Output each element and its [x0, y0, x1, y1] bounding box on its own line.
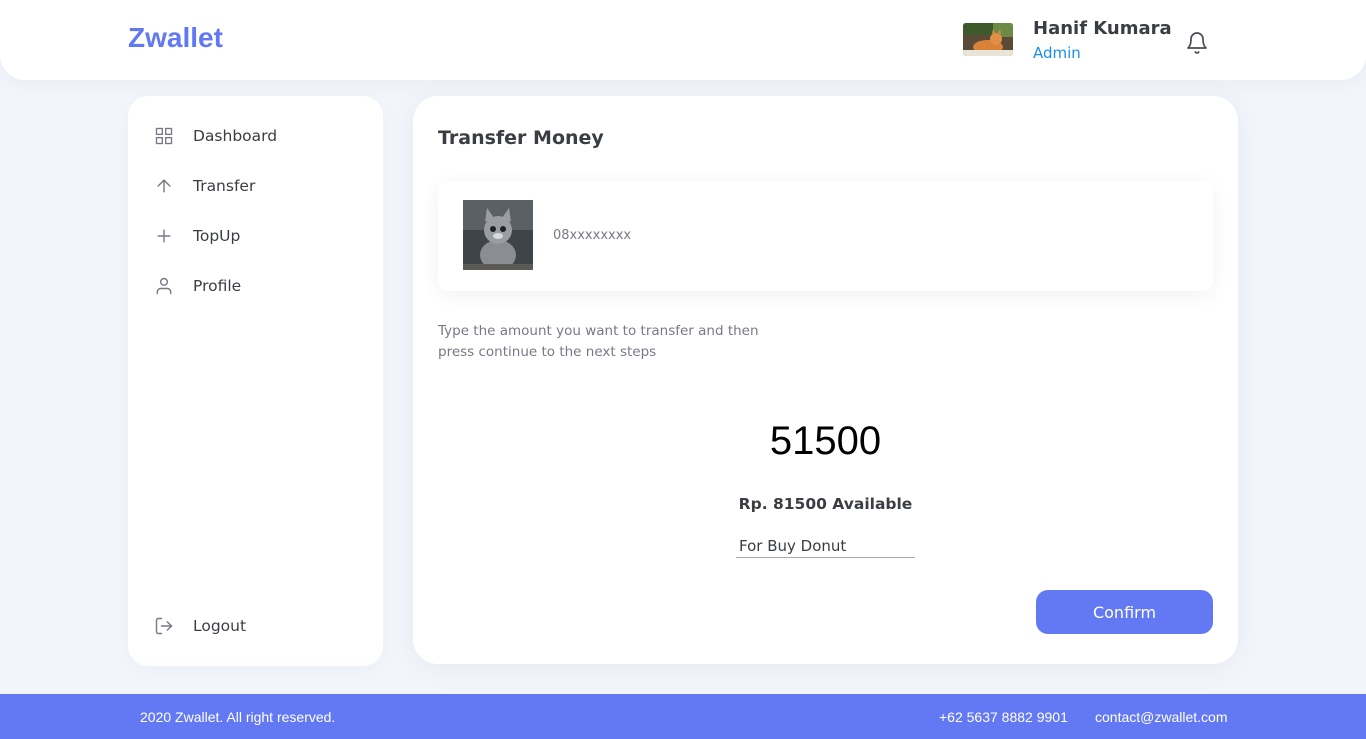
receiver-card: 08xxxxxxxx — [438, 181, 1213, 291]
page-title: Transfer Money — [438, 127, 604, 149]
notification-bell-icon[interactable] — [1185, 31, 1209, 55]
sidebar-item-label: Transfer — [193, 177, 256, 195]
app-logo[interactable]: Zwallet — [128, 22, 223, 54]
confirm-button[interactable]: Confirm — [1036, 590, 1213, 634]
transfer-note-input[interactable] — [736, 534, 915, 558]
transfer-instructions: Type the amount you want to transfer and… — [438, 323, 759, 360]
sidebar-item-topup[interactable]: TopUp — [152, 221, 362, 251]
sidebar-item-profile[interactable]: Profile — [152, 271, 362, 301]
available-balance: Rp. 81500 Available — [738, 495, 913, 513]
sidebar-item-transfer[interactable]: Transfer — [152, 171, 362, 201]
footer-phone: +62 5637 8882 9901 — [939, 709, 1068, 725]
arrow-up-icon — [152, 174, 176, 198]
sidebar-item-label: Profile — [193, 277, 242, 295]
user-name: Hanif Kumara — [1033, 18, 1172, 39]
sidebar: Dashboard Transfer TopUp Profile Logout — [128, 96, 383, 666]
top-header: Zwallet Hanif Kumara Admin — [0, 0, 1366, 80]
receiver-avatar — [463, 200, 533, 270]
footer-copyright: 2020 Zwallet. All right reserved. — [140, 709, 336, 725]
sidebar-item-label: Dashboard — [193, 127, 278, 145]
kitten-photo — [463, 200, 533, 270]
footer-email[interactable]: contact@zwallet.com — [1095, 709, 1227, 725]
sidebar-item-label: TopUp — [193, 227, 241, 245]
sidebar-item-logout[interactable]: Logout — [152, 611, 362, 641]
logout-icon — [152, 614, 176, 638]
plus-icon — [152, 224, 176, 248]
grid-icon — [152, 124, 176, 148]
sidebar-item-label: Logout — [193, 617, 247, 635]
avatar-cat-photo — [963, 23, 1013, 56]
receiver-phone: 08xxxxxxxx — [553, 228, 632, 243]
user-role: Admin — [1033, 44, 1081, 62]
transfer-panel: Transfer Money 08xxxxxxxx Type the amoun… — [413, 96, 1238, 664]
user-icon — [152, 274, 176, 298]
transfer-amount[interactable]: 51500 — [413, 419, 1238, 464]
user-avatar[interactable] — [963, 23, 1013, 56]
sidebar-item-dashboard[interactable]: Dashboard — [152, 121, 362, 151]
footer: 2020 Zwallet. All right reserved. +62 56… — [0, 694, 1366, 739]
